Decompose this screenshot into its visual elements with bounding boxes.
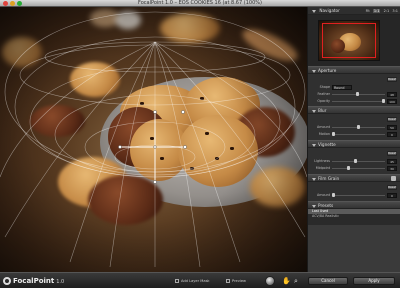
slider-knob[interactable] [382, 99, 386, 103]
zoom-2-1[interactable]: 2:1 [384, 9, 390, 13]
blur-header[interactable]: Blur [308, 106, 400, 114]
navigator-preview[interactable] [308, 15, 400, 66]
grain-amount-value[interactable]: 0 [387, 193, 397, 198]
presets-header[interactable]: Presets [308, 201, 400, 209]
blur-reset-button[interactable]: Reset [387, 117, 397, 122]
aperture-section: Reset Shape Round Feather 48 Opacity 100 [308, 74, 400, 106]
shape-select[interactable]: Round [332, 85, 352, 90]
hand-tool-icon[interactable]: ✋ [282, 277, 291, 285]
feather-label: Feather [317, 92, 330, 96]
navigator-header[interactable]: Navigator Fit 1:1 2:1 3:1 [308, 7, 400, 15]
opacity-value[interactable]: 100 [387, 99, 397, 104]
preset-item[interactable]: ACV/8A Realistic [308, 214, 400, 219]
apply-button[interactable]: Apply [353, 277, 395, 285]
lightness-value[interactable]: 45 [387, 159, 397, 164]
focus-grid[interactable] [0, 7, 307, 272]
bottom-toolbar: FocalPoint 1.0 Add Layer Mask Preview ✋ ⌕… [0, 272, 400, 288]
navigator-viewport-frame[interactable] [322, 23, 376, 58]
version-text: 1.0 [56, 279, 65, 285]
collapse-triangle-icon [312, 109, 316, 113]
checkbox-icon[interactable] [226, 279, 230, 283]
zoom-1-1[interactable]: 1:1 [372, 9, 381, 13]
aperture-title: Aperture [318, 68, 337, 73]
midpoint-row: Midpoint 30 [311, 166, 397, 171]
slider-knob[interactable] [357, 125, 361, 129]
controls-panel: Navigator Fit 1:1 2:1 3:1 Aperture Reset… [307, 7, 400, 272]
collapse-triangle-icon [312, 143, 316, 147]
focalpoint-logo-icon [3, 277, 11, 285]
shape-label: Shape [319, 85, 330, 89]
vignette-header[interactable]: Vignette [308, 140, 400, 148]
presets-title: Presets [318, 203, 334, 208]
slider-knob[interactable] [356, 92, 360, 96]
image-canvas[interactable] [0, 7, 307, 272]
aperture-header[interactable]: Aperture [308, 66, 400, 74]
zoom-options: Fit 1:1 2:1 3:1 [364, 8, 398, 14]
blur-amount-slider[interactable] [332, 125, 385, 129]
feather-slider[interactable] [332, 92, 385, 96]
opacity-label: Opacity [317, 99, 330, 103]
preview-label: Preview [232, 279, 246, 283]
film-grain-toggle-icon[interactable] [391, 176, 396, 181]
blur-title: Blur [318, 108, 327, 113]
feather-value[interactable]: 48 [387, 92, 397, 97]
collapse-triangle-icon [312, 177, 316, 181]
film-grain-section: Reset Amount 0 [308, 182, 400, 201]
vignette-reset-button[interactable]: Reset [387, 151, 397, 156]
film-grain-reset-button[interactable]: Reset [387, 185, 397, 190]
cancel-button[interactable]: Cancel [308, 277, 348, 285]
blur-motion-row: Motion 0 [311, 132, 397, 137]
blur-amount-value[interactable]: 50 [387, 125, 397, 130]
blur-motion-slider[interactable] [332, 132, 385, 136]
reset-view-button[interactable] [265, 276, 275, 286]
slider-knob[interactable] [354, 159, 358, 163]
app-logo: FocalPoint 1.0 [3, 276, 64, 287]
checkbox-icon[interactable] [175, 279, 179, 283]
logo-text: FocalPoint [13, 277, 55, 285]
zoom-tool-icon[interactable]: ⌕ [294, 277, 298, 285]
preview-option[interactable]: Preview [226, 278, 246, 284]
zoom-fit[interactable]: Fit [366, 9, 370, 13]
midpoint-value[interactable]: 30 [387, 166, 397, 171]
midpoint-label: Midpoint [315, 166, 330, 170]
slider-knob[interactable] [332, 132, 335, 136]
lightness-row: Lightness 45 [311, 159, 397, 164]
grain-amount-label: Amount [317, 193, 330, 197]
grain-amount-slider[interactable] [332, 193, 385, 197]
window-title: FocalPoint 1.0 – EOS COOKIES 16 (at 8.67… [138, 0, 262, 6]
lightness-label: Lightness [314, 159, 330, 163]
slider-knob[interactable] [332, 193, 335, 197]
grain-amount-row: Amount 0 [311, 193, 397, 198]
slider-knob[interactable] [346, 166, 350, 170]
aperture-reset-button[interactable]: Reset [387, 77, 397, 82]
blur-amount-row: Amount 50 [311, 125, 397, 130]
blur-amount-label: Amount [317, 125, 330, 129]
opacity-row: Opacity 100 [311, 99, 397, 104]
zoom-3-1[interactable]: 3:1 [392, 9, 398, 13]
blur-motion-label: Motion [318, 132, 330, 136]
lightness-slider[interactable] [332, 159, 385, 163]
add-layer-mask-label: Add Layer Mask [181, 279, 210, 283]
film-grain-header[interactable]: Film Grain [308, 174, 400, 182]
blur-motion-value[interactable]: 0 [387, 132, 397, 137]
vignette-section: Reset Lightness 45 Midpoint 30 [308, 148, 400, 174]
feather-row: Feather 48 [311, 92, 397, 97]
film-grain-title: Film Grain [318, 176, 340, 181]
presets-list: Last Used ACV/8A Realistic [308, 209, 400, 225]
shape-row: Shape Round [311, 85, 397, 90]
collapse-triangle-icon [312, 204, 316, 208]
blur-section: Reset Amount 50 Motion 0 [308, 114, 400, 140]
add-layer-mask-option[interactable]: Add Layer Mask [175, 278, 210, 284]
title-bar: FocalPoint 1.0 – EOS COOKIES 16 (at 8.67… [0, 0, 400, 7]
opacity-slider[interactable] [332, 99, 386, 103]
navigator-title: Navigator [319, 8, 340, 13]
midpoint-slider[interactable] [332, 166, 385, 170]
collapse-triangle-icon [312, 9, 316, 13]
collapse-triangle-icon [312, 69, 316, 73]
vignette-title: Vignette [318, 142, 336, 147]
